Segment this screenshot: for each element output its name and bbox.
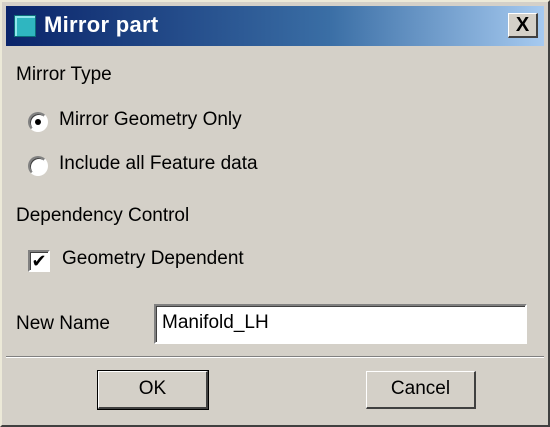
radio-button-icon[interactable] [28, 112, 48, 132]
app-icon [14, 15, 36, 37]
mirror-part-dialog: Mirror part X Mirror Type Mirror Geometr… [0, 0, 550, 427]
new-name-value[interactable]: Manifold_LH [162, 312, 269, 333]
radio-button-icon[interactable] [28, 156, 48, 176]
mirror-type-label: Mirror Type [16, 64, 112, 85]
new-name-input[interactable]: Manifold_LH [154, 304, 527, 344]
dialog-title: Mirror part [44, 12, 159, 37]
radio-label-mirror-geometry-only[interactable]: Mirror Geometry Only [59, 109, 242, 131]
button-bar: OK Cancel [6, 356, 544, 424]
checkbox-label-geometry-dependent[interactable]: Geometry Dependent [62, 248, 244, 270]
checkbox-geometry-dependent[interactable]: ✔ [28, 250, 50, 272]
close-button[interactable]: X [508, 13, 538, 38]
radio-label-include-all-feature-data[interactable]: Include all Feature data [59, 153, 258, 175]
dependency-control-label: Dependency Control [16, 205, 190, 226]
new-name-label: New Name [16, 313, 110, 334]
ok-button[interactable]: OK [97, 370, 209, 410]
cancel-button[interactable]: Cancel [366, 371, 476, 409]
title-bar[interactable]: Mirror part X [6, 6, 544, 46]
